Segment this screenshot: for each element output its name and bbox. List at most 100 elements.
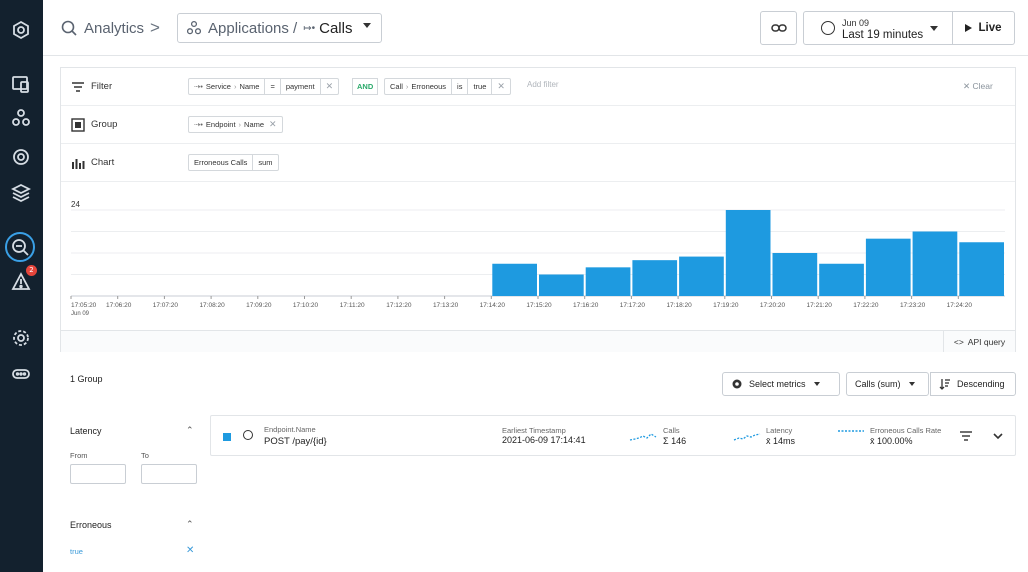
x-tick-label: 17:11:20 <box>340 302 365 309</box>
latency-to-input[interactable] <box>141 464 197 484</box>
chart-bar <box>725 210 771 296</box>
chart-footer <box>61 330 1015 352</box>
service-icon: ⇢• <box>194 82 203 91</box>
group-name[interactable]: POST /pay/{id} <box>264 436 327 447</box>
chevron-down-icon <box>930 26 938 31</box>
time-date: Jun 09 <box>842 18 870 28</box>
group-caption: Endpoint.Name <box>264 425 316 434</box>
services-icon[interactable] <box>8 144 34 170</box>
chip-attr: Erroneous <box>411 82 447 91</box>
chip-field: Call <box>390 82 403 91</box>
add-filter-button[interactable]: Add filter <box>527 80 559 89</box>
filter-row: Filter ⇢• Service › Name = payment ✕ AND… <box>61 68 1015 106</box>
settings-icon[interactable] <box>8 325 34 351</box>
api-query-button[interactable]: <> API query <box>943 330 1015 352</box>
chart-metric-chip[interactable]: Erroneous Calls sum <box>188 154 279 171</box>
live-button[interactable]: Live <box>953 11 1015 45</box>
bar-chart-icon <box>72 159 85 169</box>
websites-icon[interactable] <box>8 71 34 97</box>
bar-chart: 24 17:05:20 17:06:20 17:07:20 17:08:20 17:09:… <box>70 200 1005 317</box>
chip-value: true <box>473 82 487 91</box>
erroneous-value-true[interactable]: true <box>70 547 83 556</box>
play-icon <box>965 24 973 32</box>
infrastructure-icon[interactable] <box>8 180 34 206</box>
chip-field: Endpoint <box>205 120 236 129</box>
copy-link-button[interactable] <box>760 11 797 45</box>
calls-arrow-icon: ↦• <box>303 22 316 34</box>
clear-label: Clear <box>972 81 993 91</box>
breadcrumb-analytics[interactable]: Analytics <box>60 0 144 56</box>
applications-icon[interactable] <box>8 105 34 131</box>
x-tick-label: 17:24:20 <box>947 302 973 309</box>
instana-logo-icon[interactable] <box>8 17 34 43</box>
chart-bar <box>772 253 818 296</box>
series-color-swatch <box>223 433 231 441</box>
analytics-icon[interactable] <box>5 232 35 262</box>
group-label: Group <box>91 119 118 130</box>
expand-chevron-icon[interactable] <box>993 432 1003 440</box>
time-range-picker[interactable]: Jun 09 Last 19 minutes <box>803 11 953 45</box>
chart-bar <box>819 263 864 296</box>
remove-filter-icon[interactable]: ✕ <box>326 81 334 92</box>
filter-chip-call-erroneous[interactable]: Call › Erroneous is true ✕ <box>384 78 511 95</box>
gear-icon <box>732 379 742 389</box>
group-result-row[interactable]: Endpoint.Name POST /pay/{id} Earliest Ti… <box>210 415 1016 456</box>
chevron-down-icon <box>363 23 371 28</box>
remove-erroneous-icon[interactable]: ✕ <box>186 545 194 556</box>
chip-divider <box>264 79 266 94</box>
clear-filters-button[interactable]: ✕ Clear <box>963 81 993 92</box>
filter-chip-service-name[interactable]: ⇢• Service › Name = payment ✕ <box>188 78 340 95</box>
chevron-down-icon <box>908 382 915 386</box>
chip-operator: = <box>270 82 275 91</box>
chart-bar <box>539 274 584 296</box>
x-tick-label: 17:07:20 <box>153 302 179 309</box>
chip-divider <box>467 79 469 94</box>
chart-metric: Erroneous Calls <box>194 158 248 167</box>
endpoint-icon: ⇢• <box>194 120 203 129</box>
chip-attr: Name <box>239 82 260 91</box>
and-operator[interactable]: AND <box>352 78 379 95</box>
x-tick-label: 17:17:20 <box>620 302 646 309</box>
row-filter-icon[interactable] <box>960 431 972 441</box>
breadcrumb-separator: > <box>150 18 160 37</box>
chip-operator: is <box>457 82 463 91</box>
chart-bar <box>492 263 537 296</box>
group-count: 1 Group <box>70 374 103 384</box>
chip-value: payment <box>285 82 315 91</box>
chip-divider <box>491 79 493 94</box>
more-icon[interactable] <box>8 361 34 387</box>
applications-breadcrumb-icon <box>186 20 202 35</box>
chip-divider <box>252 155 254 170</box>
chip-attr: Name <box>244 120 265 129</box>
latency-value: x̄ 14ms <box>766 436 796 446</box>
erroneous-collapse-icon[interactable]: ⌃ <box>186 519 194 530</box>
erroneous-calls-chart: 24 17:05:20 17:06:20 17:07:20 17:08:20 17:09:… <box>61 182 1015 330</box>
x-tick-sublabel: Jun 09 <box>71 311 90 317</box>
group-chip-endpoint-name[interactable]: ⇢• Endpoint › Name ✕ <box>188 116 283 133</box>
x-tick-label: 17:15:20 <box>526 302 552 309</box>
select-metrics-button[interactable]: Select metrics <box>722 372 840 396</box>
error-rate-value: x̄ 100.00% <box>870 436 913 446</box>
latency-collapse-icon[interactable]: ⌃ <box>186 425 194 436</box>
chip-separator-icon: › <box>238 120 242 129</box>
sidebar: 2 <box>0 0 43 572</box>
x-tick-label: 17:06:20 <box>106 302 132 309</box>
latency-from-input[interactable] <box>70 464 126 484</box>
remove-filter-icon[interactable]: ✕ <box>497 81 505 92</box>
chip-separator-icon: › <box>405 82 409 91</box>
application-selector[interactable]: Applications / ↦• Calls <box>177 13 382 43</box>
remove-group-icon[interactable]: ✕ <box>269 119 277 130</box>
sort-descending-icon <box>939 379 950 390</box>
earliest-timestamp: 2021-06-09 17:14:41 <box>502 435 586 445</box>
time-range-label: Last 19 minutes <box>842 29 924 41</box>
y-tick-label: 24 <box>71 200 80 209</box>
chart-bar <box>585 267 631 296</box>
sort-metric-select[interactable]: Calls (sum) <box>846 372 929 396</box>
sort-order-button[interactable]: Descending <box>930 372 1016 396</box>
latency-caption: Latency <box>766 426 793 435</box>
events-alert-icon[interactable]: 2 <box>8 265 37 295</box>
chip-divider <box>279 79 281 94</box>
chevron-down-icon <box>813 382 820 386</box>
x-tick-label: 17:20:20 <box>760 302 786 309</box>
x-tick-label: 17:08:20 <box>199 302 225 309</box>
